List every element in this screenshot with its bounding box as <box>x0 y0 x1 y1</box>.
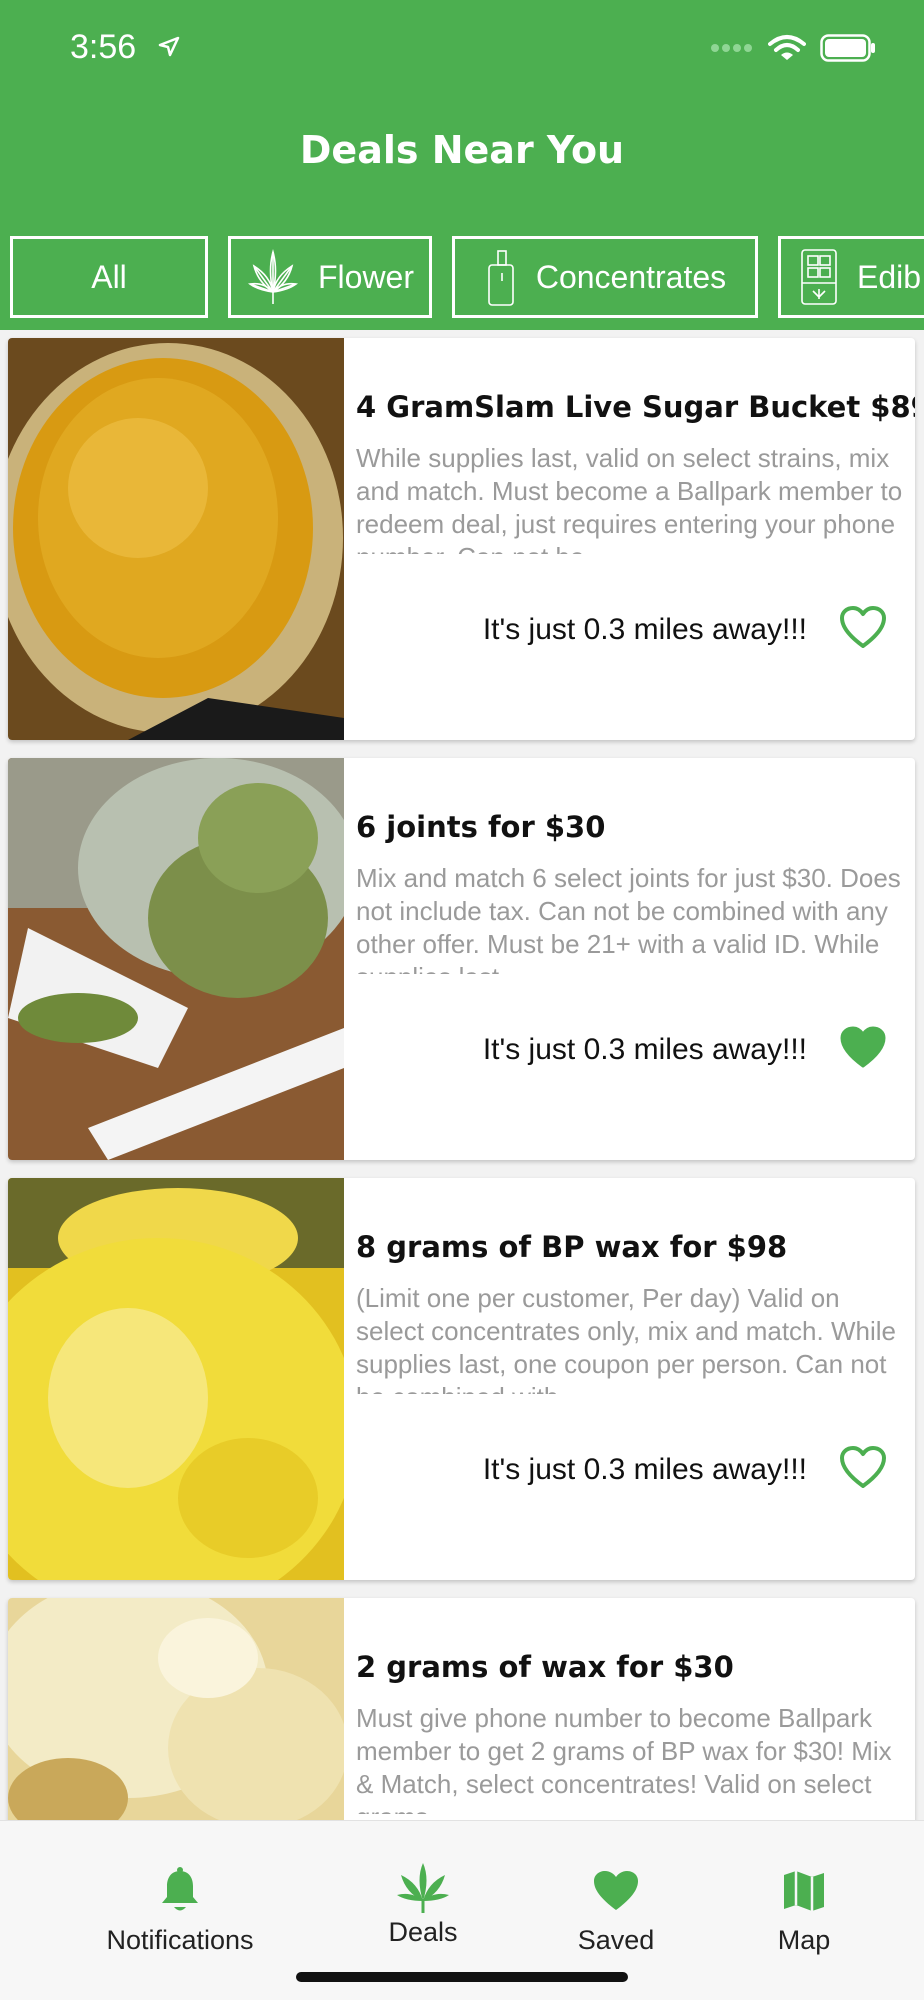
deal-title: 2 grams of wax for $30 <box>356 1650 734 1684</box>
tab-saved[interactable]: Saved <box>546 1821 686 1971</box>
save-heart-outline-icon[interactable] <box>839 606 887 650</box>
deal-image <box>8 1178 344 1580</box>
deal-card[interactable]: 8 grams of BP wax for $98 (Limit one per… <box>8 1178 915 1580</box>
location-arrow-icon <box>158 36 180 57</box>
deal-card[interactable]: 4 GramSlam Live Sugar Bucket $89 While s… <box>8 338 915 740</box>
edible-bar-icon <box>801 249 837 305</box>
deal-description: (Limit one per customer, Per day) Valid … <box>356 1283 896 1394</box>
deal-distance: It's just 0.3 miles away!!! <box>482 1453 807 1486</box>
tab-label: Saved <box>577 1925 655 1955</box>
cannabis-leaf-icon <box>247 249 299 304</box>
deal-title: 6 joints for $30 <box>356 810 606 844</box>
tab-deals[interactable]: Deals <box>343 1821 503 1971</box>
page-title: Deals Near You <box>299 128 625 172</box>
filter-all[interactable]: All <box>10 236 208 318</box>
signal-icon <box>711 44 752 52</box>
status-icons <box>710 34 876 62</box>
bell-icon <box>162 1867 198 1911</box>
deal-distance: It's just 0.3 miles away!!! <box>482 1033 807 1066</box>
deal-title: 8 grams of BP wax for $98 <box>356 1230 788 1264</box>
wifi-icon <box>768 35 806 60</box>
battery-icon <box>820 34 875 62</box>
home-indicator <box>296 1972 628 1982</box>
deal-card[interactable]: 6 joints for $30 Mix and match 6 select … <box>8 758 915 1160</box>
heart-icon <box>594 1871 638 1910</box>
deal-description: While supplies last, valid on select str… <box>356 443 903 554</box>
deal-description: Mix and match 6 select joints for just $… <box>356 863 901 974</box>
tab-label: Map <box>777 1925 831 1955</box>
save-heart-filled-icon[interactable] <box>839 1026 887 1070</box>
filter-label: Concentrates <box>535 258 727 295</box>
deal-description: Must give phone number to become Ballpar… <box>356 1703 892 1814</box>
filter-label: Flower <box>317 258 414 295</box>
filter-label: All <box>91 258 127 295</box>
status-time: 3:56 <box>70 28 137 66</box>
deal-distance: It's just 0.3 miles away!!! <box>482 613 807 646</box>
category-filter-bar: All Flower Concentrates Edib <box>10 236 924 318</box>
deal-image <box>8 338 344 740</box>
vape-pen-icon <box>488 250 514 306</box>
filter-edibles[interactable]: Edib <box>778 236 924 318</box>
filter-label: Edib <box>857 258 922 295</box>
cannabis-leaf-icon <box>397 1863 449 1913</box>
tab-label: Notifications <box>106 1925 254 1955</box>
save-heart-outline-icon[interactable] <box>839 1446 887 1490</box>
filter-concentrates[interactable]: Concentrates <box>452 236 758 318</box>
filter-flower[interactable]: Flower <box>228 236 432 318</box>
tab-map[interactable]: Map <box>744 1821 864 1971</box>
map-icon <box>784 1871 824 1911</box>
app-header: 3:56 Deals Near You All Flower Concentra… <box>0 0 924 330</box>
tab-label: Deals <box>388 1917 458 1947</box>
deal-image <box>8 758 344 1160</box>
deal-title: 4 GramSlam Live Sugar Bucket $89 <box>356 390 915 424</box>
tab-notifications[interactable]: Notifications <box>80 1821 280 1971</box>
